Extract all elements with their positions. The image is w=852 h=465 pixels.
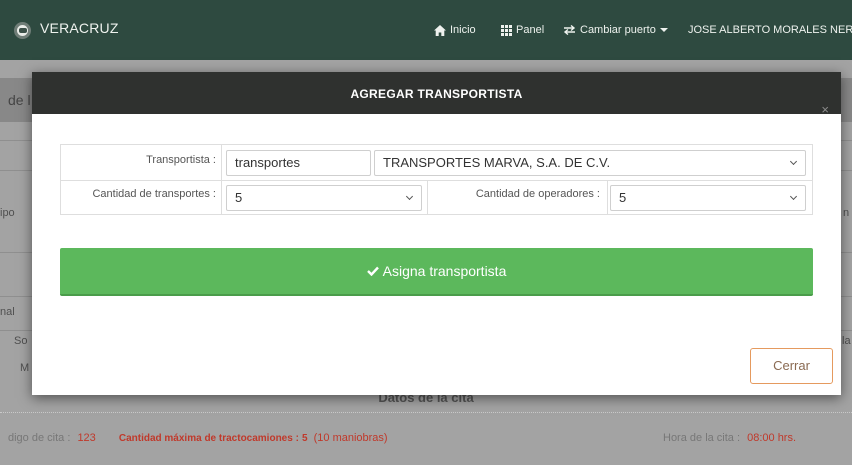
nav-change-port-label: Cambiar puerto [580, 24, 656, 36]
nav-change-port[interactable]: Cambiar puerto [563, 24, 668, 36]
table-divider [61, 180, 812, 181]
max-trucks-label: Cantidad máxima de tractocamiones : [118, 433, 299, 444]
cita-code-label: digo de cita : [8, 432, 71, 444]
swap-icon [563, 25, 576, 35]
nav-home-label: Inicio [450, 24, 476, 36]
table-divider [221, 145, 222, 214]
transports-quantity-select[interactable]: 5 [226, 185, 422, 211]
top-navbar: VERACRUZ Inicio Panel Cambiar puerto JOS… [0, 0, 852, 60]
nav-panel-label: Panel [516, 24, 545, 36]
cita-code-value: 123 [77, 432, 96, 444]
table-divider [427, 180, 428, 214]
assign-carrier-label: Asigna transportista [382, 263, 507, 279]
carrier-form-table: Transportista : transportes TRANSPORTES … [60, 144, 813, 215]
modal-title: AGREGAR TRANSPORTISTA [350, 87, 523, 101]
home-icon [434, 24, 446, 36]
maniobras-value: (10 maniobras) [313, 432, 388, 444]
close-icon[interactable]: × [821, 102, 829, 117]
cita-info-row: digo de cita : 123 Cantidad máxima de tr… [8, 432, 388, 444]
cita-time-value: 08:00 hrs. [747, 432, 797, 444]
carrier-select[interactable]: TRANSPORTES MARVA, S.A. DE C.V. [374, 150, 806, 176]
nav-user-menu[interactable]: JOSE ALBERTO MORALES NERY [688, 24, 852, 36]
add-carrier-modal: AGREGAR TRANSPORTISTA × Transportista : … [32, 72, 841, 395]
section-divider [0, 412, 852, 413]
carrier-label: Transportista : [146, 154, 216, 166]
modal-header: AGREGAR TRANSPORTISTA [32, 72, 841, 114]
caret-down-icon [659, 28, 668, 32]
operators-quantity-label: Cantidad de operadores : [475, 188, 600, 200]
assign-carrier-button[interactable]: Asigna transportista [60, 248, 813, 296]
operators-quantity-select[interactable]: 5 [610, 185, 806, 211]
carrier-search-input[interactable]: transportes [226, 150, 371, 176]
port-logo-icon [14, 22, 31, 39]
close-button[interactable]: Cerrar [750, 348, 833, 384]
nav-panel[interactable]: Panel [501, 24, 544, 36]
cita-time-label: Hora de la cita : [663, 432, 741, 444]
grid-icon [501, 24, 512, 36]
cita-time-row: Hora de la cita : 08:00 hrs. [663, 432, 796, 444]
brand-title[interactable]: VERACRUZ [40, 20, 119, 36]
nav-home[interactable]: Inicio [434, 24, 476, 36]
check-icon [366, 266, 379, 276]
max-trucks-value: 5 [301, 433, 308, 444]
table-divider [607, 180, 608, 214]
transports-quantity-label: Cantidad de transportes : [92, 188, 216, 200]
